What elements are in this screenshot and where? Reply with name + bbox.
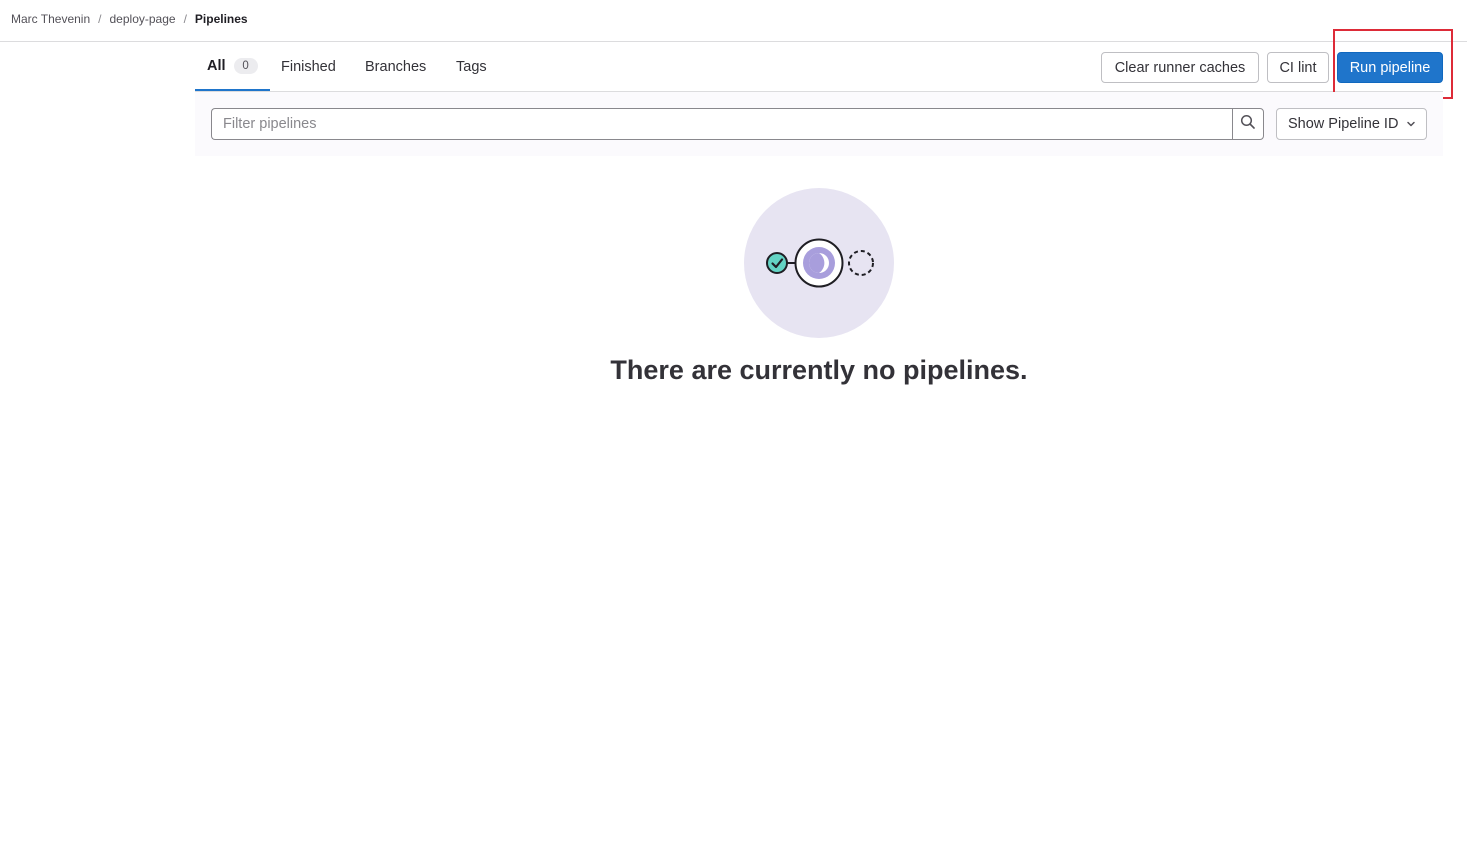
search-button[interactable] [1232, 108, 1264, 140]
pipeline-illustration [744, 188, 894, 338]
filter-bar: Show Pipeline ID [195, 92, 1443, 156]
ci-lint-button[interactable]: CI lint [1267, 52, 1329, 83]
tab-all-label: All [207, 58, 226, 74]
breadcrumb-separator: / [183, 12, 187, 26]
breadcrumb: Marc Thevenin / deploy-page / Pipelines [11, 12, 248, 26]
tab-all-count-badge: 0 [233, 58, 258, 74]
dropdown-label: Show Pipeline ID [1288, 116, 1399, 132]
top-bar: Marc Thevenin / deploy-page / Pipelines [0, 0, 1467, 42]
breadcrumb-item-user[interactable]: Marc Thevenin [11, 12, 90, 26]
search-icon [1240, 114, 1256, 135]
empty-state-title: There are currently no pipelines. [610, 355, 1028, 385]
tab-all[interactable]: All 0 [195, 43, 270, 91]
tab-branches[interactable]: Branches [365, 43, 426, 91]
breadcrumb-separator: / [98, 12, 102, 26]
clear-runner-caches-button[interactable]: Clear runner caches [1101, 52, 1259, 83]
tab-tags[interactable]: Tags [456, 43, 487, 91]
chevron-down-icon [1406, 119, 1416, 129]
breadcrumb-item-current[interactable]: Pipelines [195, 12, 248, 26]
highlight-annotation [1333, 29, 1453, 99]
breadcrumb-item-project[interactable]: deploy-page [110, 12, 176, 26]
show-pipeline-id-dropdown[interactable]: Show Pipeline ID [1276, 108, 1427, 140]
filter-pipelines-input[interactable] [211, 108, 1233, 140]
tab-finished[interactable]: Finished [281, 43, 336, 91]
